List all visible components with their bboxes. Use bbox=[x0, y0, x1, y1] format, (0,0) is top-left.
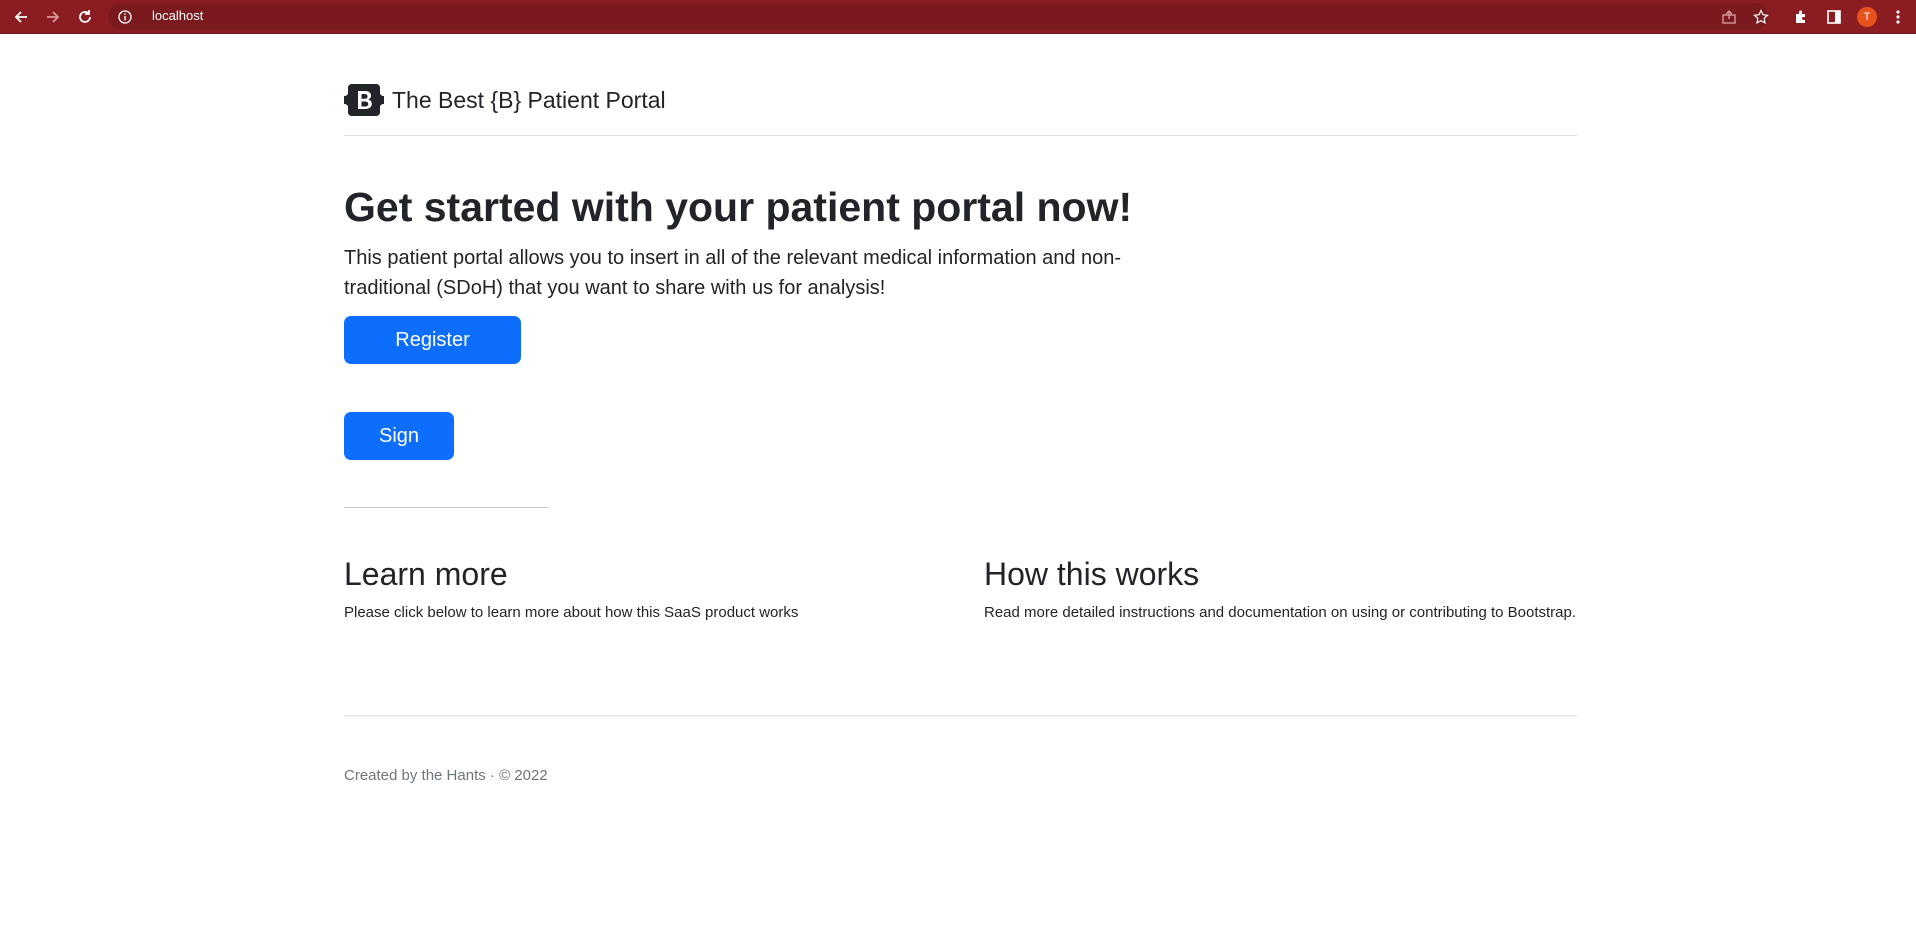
divider bbox=[344, 507, 549, 508]
address-bar[interactable] bbox=[108, 3, 1768, 30]
footer-divider bbox=[344, 715, 1577, 716]
how-it-works-text: Read more detailed instructions and docu… bbox=[984, 604, 1577, 621]
learn-more-heading: Learn more bbox=[344, 556, 508, 592]
url-text[interactable]: localhost bbox=[152, 8, 203, 23]
how-it-works-section: How this works Read more detailed instru… bbox=[984, 556, 1584, 625]
side-panel-icon[interactable] bbox=[1824, 7, 1844, 27]
page-title: Get started with your patient portal now… bbox=[344, 184, 1133, 230]
brand-name[interactable]: The Best {B} Patient Portal bbox=[392, 87, 666, 114]
profile-avatar[interactable]: T bbox=[1857, 7, 1877, 27]
share-icon[interactable] bbox=[1719, 7, 1739, 27]
footer-text: Created by the Hants · © 2022 bbox=[344, 767, 548, 784]
register-button[interactable]: Register now... bbox=[344, 316, 521, 399]
sign-in-button[interactable]: Sign in bbox=[344, 412, 454, 495]
bootstrap-logo-icon[interactable] bbox=[344, 84, 384, 116]
how-it-works-heading: How this works bbox=[984, 556, 1200, 592]
menu-icon[interactable] bbox=[1888, 7, 1908, 27]
star-icon[interactable] bbox=[1751, 7, 1771, 27]
reload-icon[interactable] bbox=[74, 6, 96, 28]
site-header: The Best {B} Patient Portal bbox=[344, 84, 1577, 136]
hero-description: This patient portal allows you to insert… bbox=[344, 247, 1122, 299]
forward-icon[interactable] bbox=[42, 6, 64, 28]
back-icon[interactable] bbox=[10, 6, 32, 28]
learn-more-text: Please click below to learn more about h… bbox=[344, 604, 799, 621]
learn-more-section: Learn more Please click below to learn m… bbox=[344, 556, 944, 625]
info-icon[interactable] bbox=[118, 9, 132, 28]
browser-toolbar: localhost T bbox=[0, 0, 1916, 34]
extensions-icon[interactable] bbox=[1791, 7, 1811, 27]
